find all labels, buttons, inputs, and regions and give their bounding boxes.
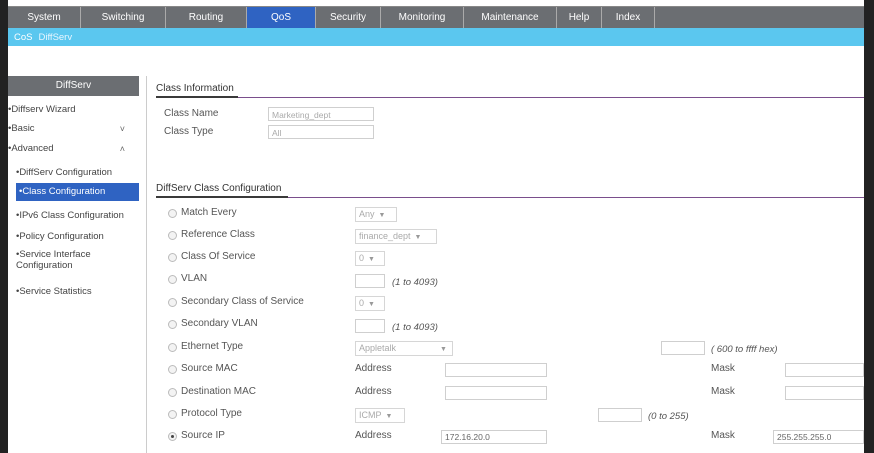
protocol-type-select[interactable]: ICMP ▼ [355, 408, 405, 423]
match-every-label: Match Every [181, 207, 237, 218]
source-ip-address-input[interactable]: 172.16.20.0 [441, 430, 547, 444]
subnav-cos[interactable]: CoS [14, 32, 32, 43]
chevron-down-icon: ˅ [119, 124, 125, 134]
class-type-field: All [268, 125, 374, 139]
reference-class-radio[interactable] [168, 231, 177, 240]
class-name-label: Class Name [164, 108, 219, 119]
vlan-input[interactable] [355, 274, 385, 288]
sidebar-item-diffserv-wizard[interactable]: •Diffserv Wizard [8, 101, 139, 119]
class-of-service-radio[interactable] [168, 253, 177, 262]
sidebar-item-service-statistics[interactable]: •Service Statistics [16, 283, 139, 301]
source-mac-address-label: Address [355, 363, 392, 374]
ethernet-type-select[interactable]: Appletalk ▼ [355, 341, 453, 356]
destination-mac-address-label: Address [355, 386, 392, 397]
destination-mac-mask-input[interactable] [785, 386, 864, 400]
sidebar-item-advanced[interactable]: •Advanced ˄ [8, 140, 139, 158]
sub-navigation: CoS DiffServ [8, 28, 864, 46]
match-every-select[interactable]: Any ▼ [355, 207, 397, 222]
vlan-radio[interactable] [168, 275, 177, 284]
class-information-rule [156, 96, 864, 98]
secondary-vlan-label: Secondary VLAN [181, 318, 258, 329]
class-of-service-label: Class Of Service [181, 251, 256, 262]
source-ip-mask-label: Mask [711, 430, 735, 441]
secondary-vlan-range-hint: (1 to 4093) [392, 322, 438, 333]
vlan-range-hint: (1 to 4093) [392, 277, 438, 288]
diffserv-class-configuration-rule [156, 196, 864, 198]
secondary-vlan-input[interactable] [355, 319, 385, 333]
source-mac-radio[interactable] [168, 365, 177, 374]
destination-mac-mask-label: Mask [711, 386, 735, 397]
dropdown-arrow-icon: ▼ [414, 234, 422, 241]
sidebar-title: DiffServ [8, 76, 139, 96]
ethernet-type-label: Ethernet Type [181, 341, 244, 352]
class-information-title: Class Information [156, 83, 234, 94]
class-name-field: Marketing_dept [268, 107, 374, 121]
protocol-type-label: Protocol Type [181, 408, 242, 419]
main-content: Class Information Class Name Marketing_d… [147, 76, 864, 453]
ethernet-type-hex-input[interactable] [661, 341, 705, 355]
protocol-number-input[interactable] [598, 408, 642, 422]
source-ip-mask-input[interactable]: 255.255.255.0 [773, 430, 864, 444]
source-mac-label: Source MAC [181, 363, 238, 374]
sidebar-item-ipv6-class-configuration[interactable]: •IPv6 Class Configuration [16, 207, 139, 225]
tab-maintenance[interactable]: Maintenance [464, 7, 557, 28]
tab-routing[interactable]: Routing [166, 7, 247, 28]
sidebar: DiffServ •Diffserv Wizard •Basic ˅ •Advan… [8, 76, 139, 453]
source-ip-address-label: Address [355, 430, 392, 441]
tab-qos[interactable]: QoS [247, 7, 316, 28]
left-border [0, 0, 8, 453]
diffserv-class-configuration-title: DiffServ Class Configuration [156, 183, 282, 194]
class-of-service-select[interactable]: 0 ▼ [355, 251, 385, 266]
match-every-radio[interactable] [168, 209, 177, 218]
secondary-cos-select[interactable]: 0 ▼ [355, 296, 385, 311]
tab-switching[interactable]: Switching [81, 7, 166, 28]
class-type-label: Class Type [164, 126, 214, 137]
ethernet-type-range-hint: ( 600 to ffff hex) [711, 344, 778, 355]
sidebar-item-service-interface-configuration[interactable]: •Service Interface Configuration [16, 249, 124, 271]
secondary-vlan-radio[interactable] [168, 320, 177, 329]
protocol-type-radio[interactable] [168, 410, 177, 419]
secondary-cos-label: Secondary Class of Service [181, 296, 304, 307]
tab-index[interactable]: Index [602, 7, 655, 28]
sidebar-item-diffserv-configuration[interactable]: •DiffServ Configuration [16, 164, 139, 182]
secondary-cos-radio[interactable] [168, 298, 177, 307]
page-frame: System Switching Routing QoS Security Mo… [0, 0, 874, 453]
dropdown-arrow-icon: ▼ [440, 346, 447, 353]
protocol-range-hint: (0 to 255) [648, 411, 689, 422]
source-ip-label: Source IP [181, 430, 225, 441]
source-mac-mask-input[interactable] [785, 363, 864, 377]
tab-system[interactable]: System [8, 7, 81, 28]
right-border [864, 0, 874, 453]
dropdown-arrow-icon: ▼ [378, 212, 386, 219]
dropdown-arrow-icon: ▼ [368, 301, 375, 308]
source-mac-address-input[interactable] [445, 363, 547, 377]
reference-class-label: Reference Class [181, 229, 255, 240]
sidebar-item-basic[interactable]: •Basic ˅ [8, 120, 139, 138]
dropdown-arrow-icon: ▼ [385, 413, 393, 420]
source-ip-radio[interactable] [168, 432, 177, 441]
destination-mac-address-input[interactable] [445, 386, 547, 400]
dropdown-arrow-icon: ▼ [368, 256, 375, 263]
destination-mac-radio[interactable] [168, 388, 177, 397]
chevron-up-icon: ˄ [119, 144, 125, 154]
destination-mac-label: Destination MAC [181, 386, 257, 397]
ethernet-type-radio[interactable] [168, 343, 177, 352]
tab-security[interactable]: Security [316, 7, 381, 28]
vlan-label: VLAN [181, 273, 208, 284]
subnav-diffserv[interactable]: DiffServ [38, 32, 72, 43]
tab-help[interactable]: Help [557, 7, 602, 28]
sidebar-item-class-configuration[interactable]: •Class Configuration [16, 183, 139, 201]
reference-class-select[interactable]: finance_dept ▼ [355, 229, 437, 244]
source-mac-mask-label: Mask [711, 363, 735, 374]
top-navigation: System Switching Routing QoS Security Mo… [8, 6, 864, 28]
sidebar-item-policy-configuration[interactable]: •Policy Configuration [16, 228, 139, 246]
tab-monitoring[interactable]: Monitoring [381, 7, 464, 28]
